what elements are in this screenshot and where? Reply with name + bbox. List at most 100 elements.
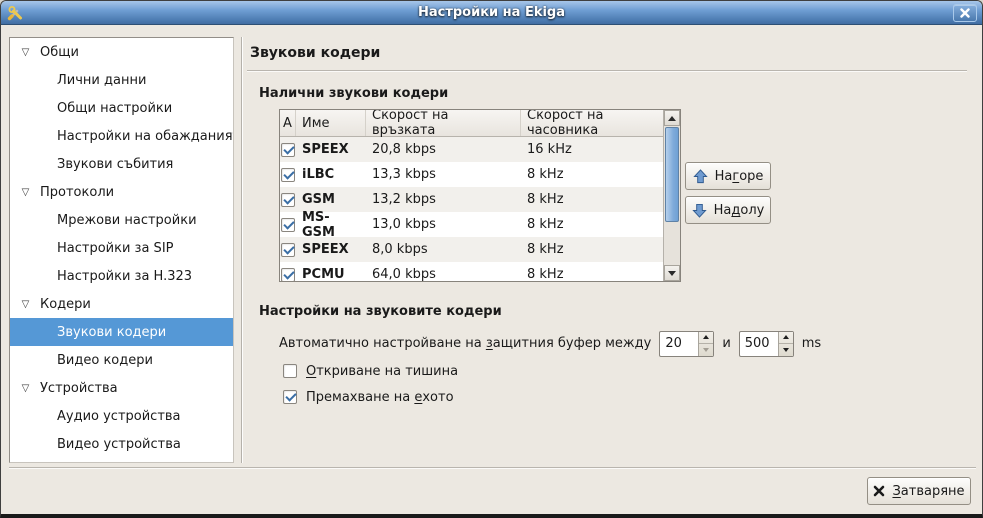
- triangle-up-icon: [668, 116, 676, 121]
- sidebar-item-network-settings[interactable]: Мрежови настройки: [10, 206, 233, 234]
- sidebar-item-label: Настройки на обажданията: [57, 129, 234, 144]
- sidebar-group-codecs[interactable]: ▽ Кодери: [10, 290, 233, 318]
- spin-down-button[interactable]: [779, 343, 793, 356]
- jitter-max-spinbox[interactable]: 500: [739, 331, 794, 357]
- jitter-conjunction-label: и: [722, 336, 730, 351]
- sidebar-group-protocols[interactable]: ▽ Протоколи: [10, 178, 233, 206]
- silence-detection-label: Откриване на тишина: [306, 364, 458, 379]
- codec-enabled-checkbox[interactable]: [281, 143, 295, 157]
- section-title-codec-settings: Настройки на звуковите кодери: [259, 304, 502, 319]
- section-title-available-codecs: Налични звукови кодери: [259, 86, 448, 101]
- echo-cancellation-label: Премахване на ехото: [306, 390, 454, 405]
- codec-clock: 8 kHz: [521, 267, 663, 282]
- sidebar-item-audio-codecs[interactable]: Звукови кодери: [10, 318, 233, 346]
- jitter-min-spinbox[interactable]: 20: [659, 331, 714, 357]
- sidebar-item-h323-settings[interactable]: Настройки за H.323: [10, 262, 233, 290]
- sidebar-item-label: Аудио устройства: [57, 409, 181, 424]
- codec-row[interactable]: iLBC 13,3 kbps 8 kHz: [280, 162, 663, 187]
- spinner-buttons[interactable]: [698, 332, 713, 356]
- jitter-max-value: 500: [745, 336, 770, 351]
- sidebar-group-label: Общи: [40, 45, 79, 60]
- codec-name: iLBC: [296, 167, 366, 182]
- codec-row[interactable]: PCMU 64,0 kbps 8 kHz: [280, 262, 663, 282]
- sidebar-tree: ▽ Общи Лични данни Общи настройки Настро…: [9, 37, 234, 463]
- column-header-active[interactable]: А: [280, 110, 296, 136]
- move-up-button[interactable]: Нагоре: [685, 162, 771, 190]
- silence-detection-option[interactable]: Откриване на тишина: [283, 363, 458, 379]
- close-icon: [873, 485, 885, 497]
- codec-bitrate: 8,0 kbps: [366, 242, 521, 257]
- jitter-min-value: 20: [665, 336, 682, 351]
- close-button-label: Затваряне: [892, 484, 964, 499]
- codec-enabled-checkbox[interactable]: [281, 218, 295, 232]
- codec-enabled-checkbox[interactable]: [281, 268, 295, 282]
- triangle-up-icon: [703, 335, 709, 339]
- codec-row[interactable]: GSM 13,2 kbps 8 kHz: [280, 187, 663, 212]
- codec-enabled-checkbox[interactable]: [281, 243, 295, 257]
- column-header-clock[interactable]: Скорост на часовника: [521, 110, 663, 136]
- spinner-buttons[interactable]: [778, 332, 793, 356]
- sidebar-item-personal-data[interactable]: Лични данни: [10, 66, 233, 94]
- scrollbar-thumb[interactable]: [665, 127, 679, 222]
- codec-table: А Име Скорост на връзката Скорост на час…: [279, 109, 681, 282]
- sidebar-group-general[interactable]: ▽ Общи: [10, 38, 233, 66]
- column-header-name[interactable]: Име: [296, 110, 366, 136]
- titlebar[interactable]: Настройки на Ekiga: [1, 1, 982, 25]
- move-down-label: Надолу: [714, 203, 765, 218]
- sidebar-item-label: Звукови събития: [57, 157, 173, 172]
- sidebar-item-label: Настройки за H.323: [57, 269, 192, 284]
- codec-clock: 8 kHz: [521, 192, 663, 207]
- expander-icon[interactable]: ▽: [19, 187, 32, 198]
- expander-icon[interactable]: ▽: [19, 299, 32, 310]
- sidebar-group-devices[interactable]: ▽ Устройства: [10, 374, 233, 402]
- scrollbar[interactable]: [663, 110, 680, 281]
- sidebar-item-label: Общи настройки: [57, 101, 172, 116]
- spin-up-button[interactable]: [779, 332, 793, 344]
- echo-cancellation-option[interactable]: Премахване на ехото: [283, 389, 454, 405]
- preferences-window: Настройки на Ekiga ▽ Общи Лични данни Об…: [0, 0, 983, 518]
- page-title: Звукови кодери: [250, 45, 380, 61]
- echo-cancellation-checkbox[interactable]: [283, 390, 297, 404]
- sidebar-item-sound-events[interactable]: Звукови събития: [10, 150, 233, 178]
- expander-icon[interactable]: ▽: [19, 47, 32, 58]
- jitter-unit-label: ms: [802, 336, 821, 351]
- codec-name: SPEEX: [296, 142, 366, 157]
- sidebar-item-audio-devices[interactable]: Аудио устройства: [10, 402, 233, 430]
- codec-clock: 8 kHz: [521, 167, 663, 182]
- window-title: Настройки на Ekiga: [1, 5, 982, 20]
- heading-separator: [247, 70, 967, 72]
- sidebar-group-label: Протоколи: [40, 185, 114, 200]
- codec-row[interactable]: MS-GSM 13,0 kbps 8 kHz: [280, 212, 663, 237]
- codec-bitrate: 64,0 kbps: [366, 267, 521, 282]
- codec-name: PCMU: [296, 267, 366, 282]
- codec-enabled-checkbox[interactable]: [281, 168, 295, 182]
- column-header-bitrate[interactable]: Скорост на връзката: [366, 110, 521, 136]
- sidebar-item-general-settings[interactable]: Общи настройки: [10, 94, 233, 122]
- codec-clock: 16 kHz: [521, 142, 663, 157]
- silence-detection-checkbox[interactable]: [283, 364, 297, 378]
- codec-row[interactable]: SPEEX 20,8 kbps 16 kHz: [280, 137, 663, 162]
- codec-name: MS-GSM: [296, 210, 366, 240]
- move-down-button[interactable]: Надолу: [685, 196, 771, 224]
- scroll-up-button[interactable]: [664, 110, 680, 126]
- jitter-buffer-label: Автоматично настройване на защитния буфе…: [279, 336, 651, 351]
- sidebar-item-label: Лични данни: [57, 73, 146, 88]
- scroll-down-button[interactable]: [664, 265, 680, 281]
- codec-bitrate: 20,8 kbps: [366, 142, 521, 157]
- sidebar-item-sip-settings[interactable]: Настройки за SIP: [10, 234, 233, 262]
- footer-separator: [9, 467, 976, 469]
- sidebar-item-video-devices[interactable]: Видео устройства: [10, 430, 233, 458]
- sidebar-item-call-options[interactable]: Настройки на обажданията: [10, 122, 233, 150]
- spin-up-button[interactable]: [699, 332, 713, 344]
- close-button[interactable]: Затваряне: [867, 477, 971, 505]
- sidebar-item-label: Мрежови настройки: [57, 213, 197, 228]
- sidebar-item-label: Настройки за SIP: [57, 241, 174, 256]
- sidebar-item-video-codecs[interactable]: Видео кодери: [10, 346, 233, 374]
- jitter-buffer-row: Автоматично настройване на защитния буфе…: [279, 330, 821, 357]
- codec-row[interactable]: SPEEX 8,0 kbps 8 kHz: [280, 237, 663, 262]
- window-close-button[interactable]: [953, 4, 977, 22]
- spin-down-button[interactable]: [699, 343, 713, 356]
- codec-enabled-checkbox[interactable]: [281, 193, 295, 207]
- sidebar-group-label: Устройства: [40, 381, 118, 396]
- expander-icon[interactable]: ▽: [19, 383, 32, 394]
